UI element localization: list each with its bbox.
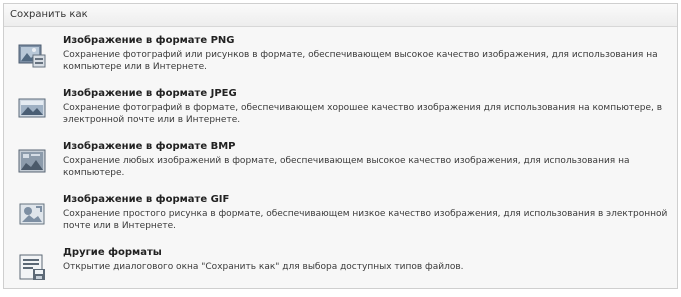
option-title: Изображение в формате GIF <box>63 194 230 205</box>
option-description: Сохранение фотографий в формате, обеспеч… <box>63 103 663 125</box>
save-as-gif-option[interactable]: Изображение в формате GIF Сохранение про… <box>4 186 677 239</box>
save-as-other-formats-option[interactable]: Другие форматы Открытие диалогового окна… <box>4 239 677 292</box>
save-as-menu: Сохранить как Изображение в формате PNG … <box>3 3 678 289</box>
option-description: Сохранение простого рисунка в формате, о… <box>63 209 668 231</box>
option-description: Открытие диалогового окна "Сохранить как… <box>63 262 464 272</box>
option-title: Другие форматы <box>63 247 162 258</box>
gif-image-icon <box>16 198 48 230</box>
png-image-icon <box>16 39 48 71</box>
save-as-dialog-icon <box>16 251 48 283</box>
save-as-options-list: Изображение в формате PNG Сохранение фот… <box>4 27 677 292</box>
option-title: Изображение в формате JPEG <box>63 88 237 99</box>
option-description: Сохранение фотографий или рисунков в фор… <box>63 50 658 72</box>
save-as-bmp-option[interactable]: Изображение в формате BMP Сохранение люб… <box>4 133 677 186</box>
jpeg-image-icon <box>16 92 48 124</box>
bmp-image-icon <box>16 145 48 177</box>
save-as-png-option[interactable]: Изображение в формате PNG Сохранение фот… <box>4 27 677 80</box>
menu-title: Сохранить как <box>4 4 677 27</box>
option-description: Сохранение любых изображений в формате, … <box>63 156 630 178</box>
option-title: Изображение в формате PNG <box>63 35 235 46</box>
save-as-jpeg-option[interactable]: Изображение в формате JPEG Сохранение фо… <box>4 80 677 133</box>
option-title: Изображение в формате BMP <box>63 141 236 152</box>
